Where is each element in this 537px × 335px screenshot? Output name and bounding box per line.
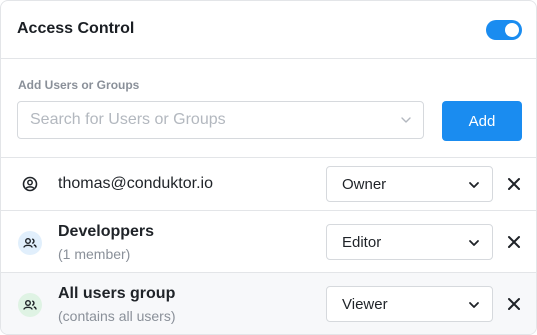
user-circle-icon [18, 172, 42, 196]
close-icon[interactable] [506, 234, 522, 250]
member-row: Developpers (1 member) Editor [1, 210, 536, 272]
toggle-knob [505, 23, 519, 37]
member-name: thomas@conduktor.io [58, 175, 213, 192]
chevron-down-icon[interactable] [399, 113, 413, 127]
role-value: Viewer [342, 296, 388, 313]
member-row: All users group (contains all users) Vie… [1, 272, 536, 334]
group-icon [18, 231, 42, 255]
role-select[interactable]: Viewer [326, 286, 493, 322]
member-name: Developpers [58, 223, 155, 240]
chevron-down-icon [467, 298, 481, 312]
panel-header: Access Control [1, 1, 536, 59]
search-field[interactable] [17, 101, 424, 139]
access-control-toggle[interactable] [486, 20, 522, 40]
role-select[interactable]: Editor [326, 224, 493, 260]
panel-title: Access Control [17, 20, 135, 37]
member-row: thomas@conduktor.io Owner [1, 157, 536, 210]
add-users-label: Add Users or Groups [18, 78, 140, 92]
member-name: All users group [58, 285, 176, 302]
close-icon[interactable] [506, 176, 522, 192]
role-value: Owner [342, 176, 387, 193]
group-icon [18, 293, 42, 317]
role-value: Editor [342, 234, 382, 251]
add-button[interactable]: Add [442, 101, 522, 141]
access-control-panel: Access Control Add Users or Groups Add t… [0, 0, 537, 335]
search-input[interactable] [18, 102, 400, 138]
chevron-down-icon [467, 178, 481, 192]
member-subtitle: (contains all users) [58, 308, 176, 324]
chevron-down-icon [467, 236, 481, 250]
role-select[interactable]: Owner [326, 166, 493, 202]
member-subtitle: (1 member) [58, 246, 131, 262]
close-icon[interactable] [506, 296, 522, 312]
